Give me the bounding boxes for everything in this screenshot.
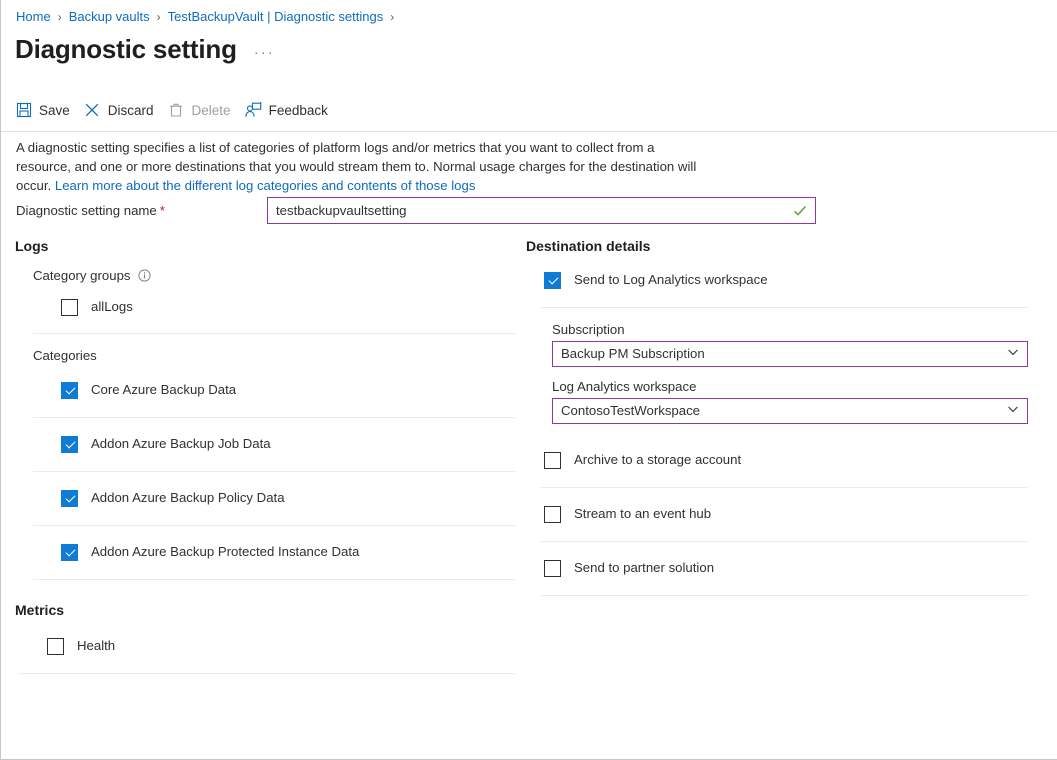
feedback-label: Feedback bbox=[269, 102, 328, 119]
divider bbox=[33, 579, 515, 580]
trash-icon bbox=[168, 102, 185, 119]
metrics-heading: Metrics bbox=[15, 602, 515, 618]
checkbox-row-addon-azure-backup-policy-data[interactable]: Addon Azure Backup Policy Data bbox=[61, 488, 515, 508]
checkbox-row-archive-to-storage-account[interactable]: Archive to a storage account bbox=[544, 450, 1029, 470]
subscription-label: Subscription bbox=[552, 322, 1029, 337]
breadcrumb-separator-icon: › bbox=[390, 8, 394, 26]
page-title: Diagnostic setting bbox=[15, 34, 237, 64]
checkbox-core-azure-backup-data[interactable] bbox=[61, 382, 78, 399]
subscription-value: Backup PM Subscription bbox=[561, 342, 1007, 366]
logs-heading: Logs bbox=[15, 238, 515, 254]
feedback-button[interactable]: Feedback bbox=[245, 96, 328, 124]
checkbox-stream-to-event-hub[interactable] bbox=[544, 506, 561, 523]
checkbox-label-core-azure-backup-data: Core Azure Backup Data bbox=[91, 380, 236, 400]
log-analytics-workspace-field: Log Analytics workspace ContosoTestWorks… bbox=[552, 379, 1029, 424]
log-analytics-workspace-label: Log Analytics workspace bbox=[552, 379, 1029, 394]
subscription-field: Subscription Backup PM Subscription bbox=[552, 322, 1029, 367]
categories-label: Categories bbox=[33, 348, 515, 363]
categories-label-text: Categories bbox=[33, 348, 97, 363]
more-options-icon[interactable]: ··· bbox=[254, 48, 275, 58]
discard-button[interactable]: Discard bbox=[84, 96, 154, 124]
divider bbox=[19, 673, 515, 674]
divider bbox=[541, 307, 1028, 308]
checkbox-label-health: Health bbox=[77, 636, 115, 656]
breadcrumb-item-testbackupvault[interactable]: TestBackupVault | Diagnostic settings bbox=[168, 8, 384, 26]
save-label: Save bbox=[39, 102, 70, 119]
category-groups-label: Category groups bbox=[33, 268, 131, 283]
checkbox-addon-azure-backup-policy-data[interactable] bbox=[61, 490, 78, 507]
checkbox-label-send-to-log-analytics: Send to Log Analytics workspace bbox=[574, 270, 768, 290]
checkbox-row-health[interactable]: Health bbox=[47, 636, 515, 656]
chevron-down-icon bbox=[1007, 402, 1019, 420]
checkbox-label-send-to-partner-solution: Send to partner solution bbox=[574, 558, 714, 578]
breadcrumb-separator-icon: › bbox=[157, 8, 161, 26]
divider bbox=[33, 471, 515, 472]
divider bbox=[33, 333, 515, 334]
title-row: Diagnostic setting ··· bbox=[15, 34, 275, 64]
checkbox-alllogs[interactable] bbox=[61, 299, 78, 316]
breadcrumb-item-backup-vaults[interactable]: Backup vaults bbox=[69, 8, 150, 26]
info-icon[interactable] bbox=[138, 269, 151, 282]
delete-label: Delete bbox=[192, 102, 231, 119]
diagnostic-name-label: Diagnostic setting name bbox=[16, 198, 157, 224]
feedback-icon bbox=[245, 102, 262, 119]
diagnostic-name-input[interactable] bbox=[268, 199, 789, 222]
discard-icon bbox=[84, 102, 101, 119]
checkbox-label-archive-to-storage-account: Archive to a storage account bbox=[574, 450, 741, 470]
checkbox-archive-to-storage-account[interactable] bbox=[544, 452, 561, 469]
breadcrumb: Home › Backup vaults › TestBackupVault |… bbox=[16, 8, 401, 26]
checkbox-row-addon-azure-backup-protected-instance-data[interactable]: Addon Azure Backup Protected Instance Da… bbox=[61, 542, 515, 562]
checkbox-row-alllogs[interactable]: allLogs bbox=[61, 297, 515, 317]
destination-details-column: Destination details Send to Log Analytic… bbox=[526, 238, 1029, 596]
breadcrumb-item-home[interactable]: Home bbox=[16, 8, 51, 26]
validation-check-icon bbox=[789, 204, 811, 218]
checkbox-label-addon-azure-backup-policy-data: Addon Azure Backup Policy Data bbox=[91, 488, 285, 508]
divider bbox=[33, 417, 515, 418]
divider bbox=[541, 541, 1028, 542]
divider bbox=[33, 525, 515, 526]
divider bbox=[541, 487, 1028, 488]
log-analytics-workspace-select[interactable]: ContosoTestWorkspace bbox=[552, 398, 1028, 424]
breadcrumb-separator-icon: › bbox=[58, 8, 62, 26]
checkbox-row-core-azure-backup-data[interactable]: Core Azure Backup Data bbox=[61, 380, 515, 400]
destination-details-heading: Destination details bbox=[526, 238, 1029, 254]
diagnostic-setting-page: Home › Backup vaults › TestBackupVault |… bbox=[0, 0, 1057, 760]
checkbox-label-alllogs: allLogs bbox=[91, 297, 133, 317]
delete-button: Delete bbox=[168, 96, 231, 124]
checkbox-send-to-log-analytics[interactable] bbox=[544, 272, 561, 289]
diagnostic-name-input-wrapper[interactable] bbox=[267, 197, 816, 224]
checkbox-label-stream-to-event-hub: Stream to an event hub bbox=[574, 504, 711, 524]
learn-more-link[interactable]: Learn more about the different log categ… bbox=[55, 178, 476, 193]
checkbox-addon-azure-backup-protected-instance-data[interactable] bbox=[61, 544, 78, 561]
category-groups-label-row: Category groups bbox=[33, 268, 515, 283]
save-icon bbox=[15, 102, 32, 119]
subscription-select[interactable]: Backup PM Subscription bbox=[552, 341, 1028, 367]
chevron-down-icon bbox=[1007, 345, 1019, 363]
divider bbox=[541, 595, 1028, 596]
checkbox-addon-azure-backup-job-data[interactable] bbox=[61, 436, 78, 453]
save-button[interactable]: Save bbox=[15, 96, 70, 124]
checkbox-row-send-to-log-analytics[interactable]: Send to Log Analytics workspace bbox=[544, 270, 1029, 290]
command-bar: Save Discard Delete bbox=[15, 96, 342, 124]
toolbar-divider bbox=[1, 131, 1057, 132]
diagnostic-name-label-row: Diagnostic setting name * bbox=[16, 198, 165, 224]
log-analytics-workspace-value: ContosoTestWorkspace bbox=[561, 399, 1007, 423]
checkbox-health[interactable] bbox=[47, 638, 64, 655]
description-text: A diagnostic setting specifies a list of… bbox=[16, 138, 704, 195]
logs-column: Logs Category groups allLogs Categories … bbox=[15, 238, 515, 674]
required-marker: * bbox=[160, 198, 165, 224]
checkbox-send-to-partner-solution[interactable] bbox=[544, 560, 561, 577]
checkbox-label-addon-azure-backup-job-data: Addon Azure Backup Job Data bbox=[91, 434, 271, 454]
discard-label: Discard bbox=[108, 102, 154, 119]
checkbox-label-addon-azure-backup-protected-instance-data: Addon Azure Backup Protected Instance Da… bbox=[91, 542, 359, 562]
checkbox-row-send-to-partner-solution[interactable]: Send to partner solution bbox=[544, 558, 1029, 578]
checkbox-row-stream-to-event-hub[interactable]: Stream to an event hub bbox=[544, 504, 1029, 524]
checkbox-row-addon-azure-backup-job-data[interactable]: Addon Azure Backup Job Data bbox=[61, 434, 515, 454]
